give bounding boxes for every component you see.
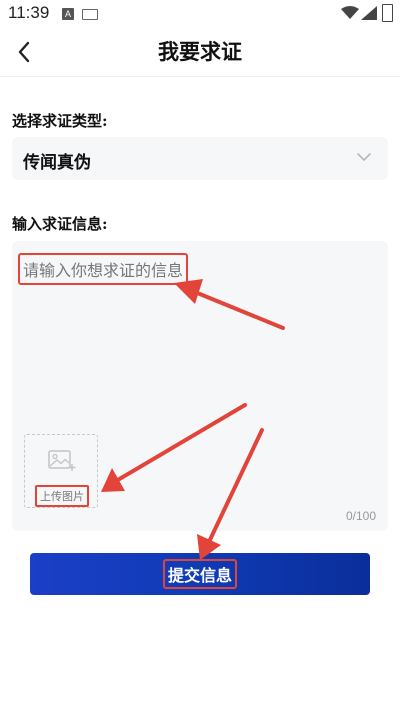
battery-icon <box>382 4 393 22</box>
upload-image-label: 上传图片 <box>35 485 89 507</box>
signal-icon <box>361 6 377 20</box>
submit-button[interactable]: 提交信息 <box>30 553 370 595</box>
status-bar: 11:39 A <box>0 0 400 28</box>
type-select[interactable]: 传闻真伪 <box>12 137 388 180</box>
wifi-icon <box>341 6 359 19</box>
info-label: 输入求证信息: <box>12 215 108 233</box>
type-select-value: 传闻真伪 <box>23 153 91 173</box>
info-textarea[interactable]: 请输入你想求证的信息 上传图片 0/100 <box>12 241 388 531</box>
chevron-down-icon <box>357 153 371 161</box>
submit-label: 提交信息 <box>162 559 238 589</box>
status-time: 11:39 <box>8 3 50 22</box>
image-upload-icon <box>48 450 76 471</box>
notification-a-icon: A <box>62 8 74 20</box>
info-placeholder: 请输入你想求证的信息 <box>18 253 189 285</box>
char-counter: 0/100 <box>345 509 376 523</box>
app-header: 我要求证 <box>0 28 400 77</box>
type-label: 选择求证类型: <box>12 112 108 130</box>
upload-image-button[interactable]: 上传图片 <box>24 434 98 508</box>
page-title: 我要求证 <box>158 39 242 64</box>
keyboard-icon <box>82 9 98 20</box>
